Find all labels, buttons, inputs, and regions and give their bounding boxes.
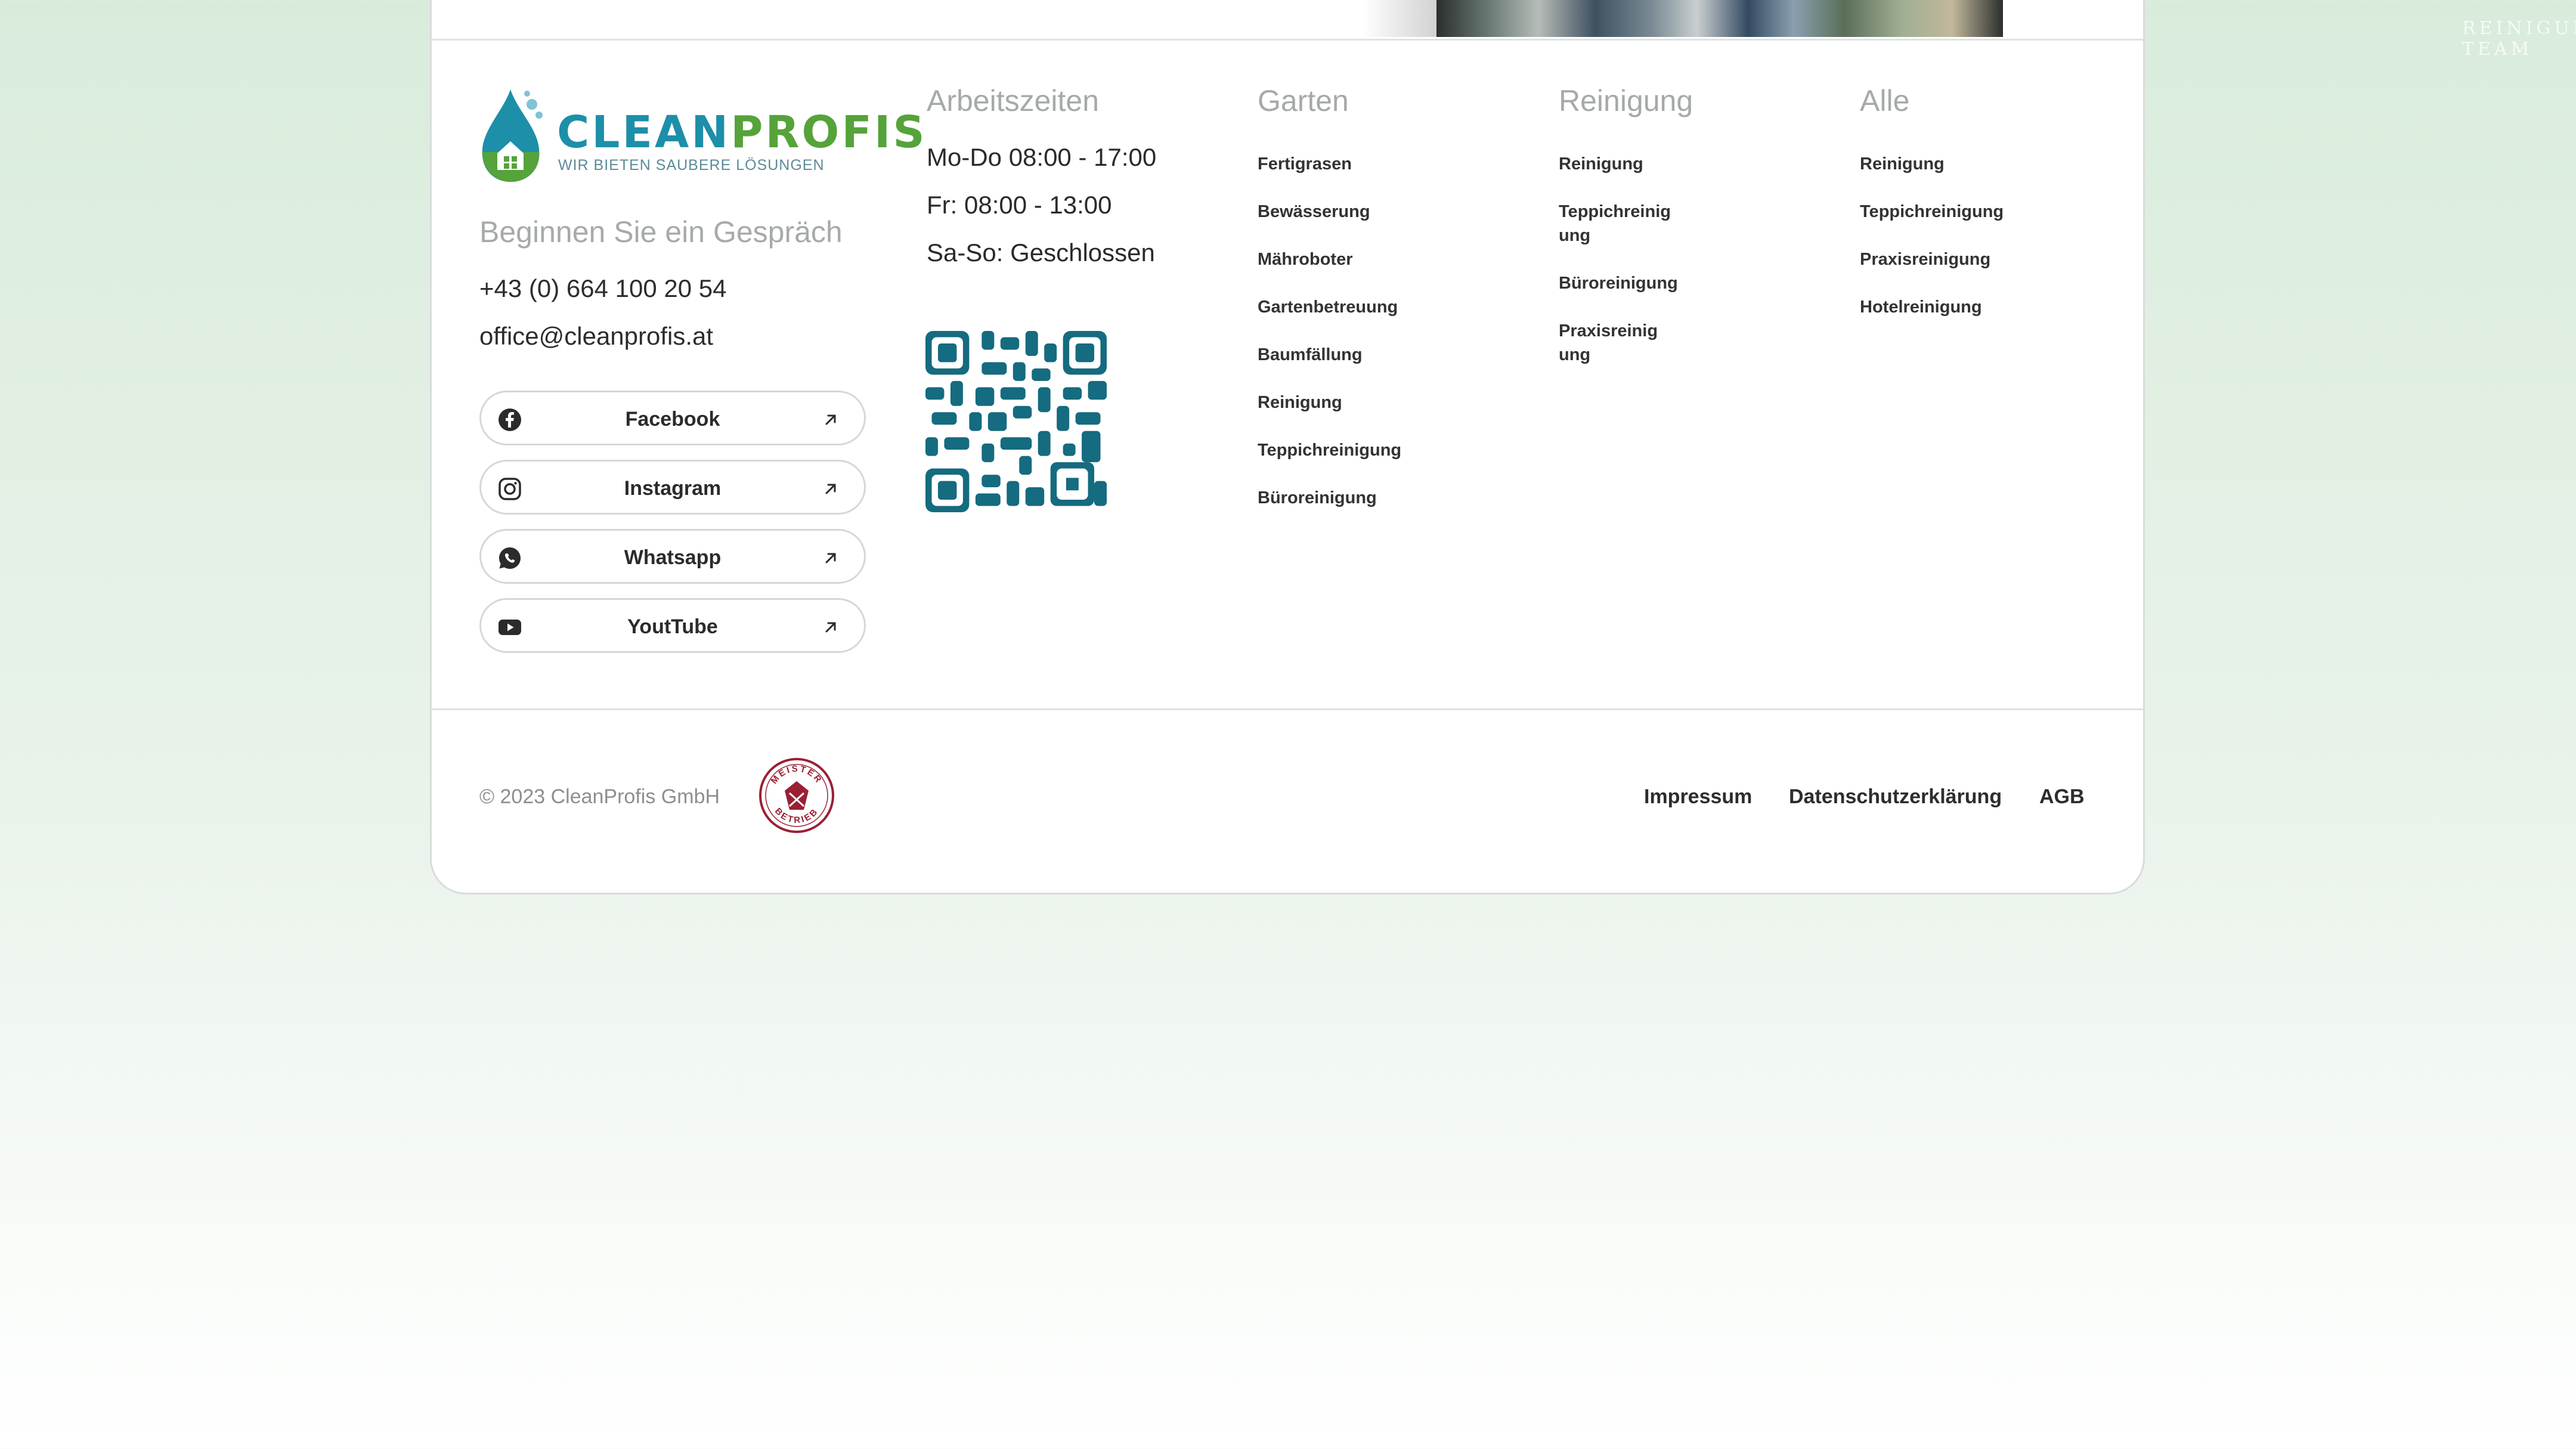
alle-link-teppichreinigung[interactable]: Teppichreinigung <box>1860 200 2004 224</box>
arrow-up-right-icon <box>825 414 836 425</box>
contact-heading: Beginnen Sie ein Gespräch <box>479 215 843 249</box>
drop-house-icon <box>482 89 543 182</box>
facebook-button[interactable]: Facebook <box>479 391 866 445</box>
garten-link-gartenbetreuung[interactable]: Gartenbetreuung <box>1258 295 1398 319</box>
garten-link-teppichreinigung[interactable]: Teppichreinigung <box>1258 438 1401 462</box>
alle-heading: Alle <box>1860 84 1910 117</box>
hours-heading: Arbeitszeiten <box>927 84 1100 117</box>
instagram-button[interactable]: Instagram <box>479 460 866 515</box>
footer-divider <box>432 708 2143 710</box>
garten-heading: Garten <box>1258 84 1349 117</box>
reinigung-link-praxisreinigung[interactable]: Praxisreinig ung <box>1559 319 1678 367</box>
arrow-up-right-icon <box>825 622 836 633</box>
alle-link-reinigung[interactable]: Reinigung <box>1860 152 1945 176</box>
meister-betrieb-seal: MEISTER BETRIEB <box>759 758 834 833</box>
phone-link[interactable]: +43 (0) 664 100 20 54 <box>479 274 727 303</box>
brand-logo[interactable]: CLEANPROFIS WIR BIETEN SAUBERE LÖSUNGEN <box>479 86 925 188</box>
hours-line: Mo-Do 08:00 - 17:00 <box>927 143 1157 171</box>
garten-link-reinigung[interactable]: Reinigung <box>1258 391 1342 414</box>
garten-link-maehroboter[interactable]: Mähroboter <box>1258 247 1353 271</box>
image-shadow <box>1362 0 1439 37</box>
footer-card: REINIGUNG TEAM CLEANPROFIS WIR BIETEN SA… <box>430 0 2576 894</box>
garten-link-fertigrasen[interactable]: Fertigrasen <box>1258 152 1352 176</box>
social-label: Facebook <box>625 408 720 431</box>
social-label: Instagram <box>624 477 722 500</box>
gallery-image[interactable]: REINIGUNG TEAM <box>1436 0 2576 60</box>
alle-link-hotelreinigung[interactable]: Hotelreinigung <box>1860 295 1982 319</box>
garten-link-bewaesserung[interactable]: Bewässerung <box>1258 200 1370 224</box>
social-label: Whatsapp <box>624 546 722 569</box>
youtube-button[interactable]: YoutTube <box>479 598 866 653</box>
reinigung-link-teppichreinigung[interactable]: Teppichreinig ung <box>1559 200 1678 247</box>
qr-code-icon[interactable] <box>925 331 1107 512</box>
social-label: YoutTube <box>627 615 718 638</box>
datenschutz-link[interactable]: Datenschutzerklärung <box>1789 785 2002 809</box>
top-strip: REINIGUNG TEAM <box>432 0 2576 60</box>
reinigung-link-reinigung[interactable]: Reinigung <box>1559 152 1678 176</box>
garten-link-bueroreinigung[interactable]: Büroreinigung <box>1258 486 1377 510</box>
garten-link-baumfaellung[interactable]: Baumfällung <box>1258 343 1363 367</box>
gallery-caption: REINIGUNG TEAM <box>2462 18 2576 60</box>
hours-line: Fr: 08:00 - 13:00 <box>927 191 1112 219</box>
hours-line: Sa-So: Geschlossen <box>927 239 1155 267</box>
impressum-link[interactable]: Impressum <box>1644 785 1752 809</box>
whatsapp-button[interactable]: Whatsapp <box>479 529 866 584</box>
arrow-up-right-icon <box>825 553 836 564</box>
arrow-up-right-icon <box>825 484 836 494</box>
brand-wordmark: CLEANPROFIS <box>557 107 927 158</box>
reinigung-link-bueroreinigung[interactable]: Büroreinigung <box>1559 271 1696 295</box>
alle-link-praxisreinigung[interactable]: Praxisreinigung <box>1860 247 1990 271</box>
brand-tagline: WIR BIETEN SAUBERE LÖSUNGEN <box>558 157 825 174</box>
agb-link[interactable]: AGB <box>2039 785 2085 809</box>
reinigung-heading: Reinigung <box>1559 84 1693 117</box>
email-link[interactable]: office@cleanprofis.at <box>479 322 713 351</box>
copyright-text: © 2023 CleanProfis GmbH <box>479 785 720 808</box>
